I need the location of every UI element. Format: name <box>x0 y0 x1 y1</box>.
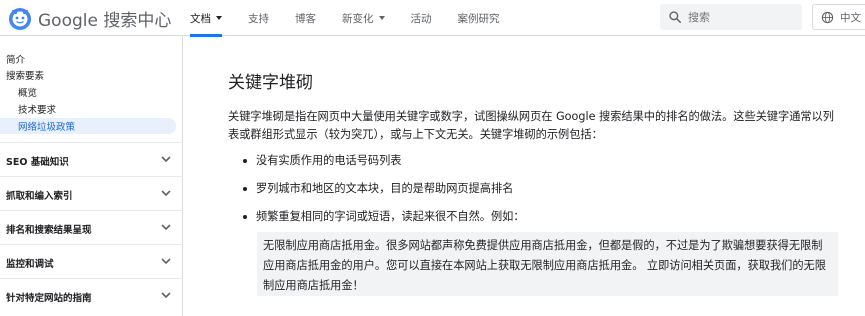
sidebar-section-label: 抓取和编入索引 <box>6 191 73 202</box>
page-title: 关键字堆砌 <box>228 73 313 93</box>
left-sidebar: 简介 搜索要素 概览 技术要求 网络垃圾政策 SEO 基础知识 抓取和编入索引 … <box>0 36 183 316</box>
site-logo[interactable]: Google 搜索中心 <box>8 6 171 31</box>
chevron-down-icon <box>161 258 171 265</box>
sidebar-section-label: 针对特定网站的指南 <box>6 293 92 304</box>
sidebar-item-technical-requirements[interactable]: 技术要求 <box>18 102 56 116</box>
sidebar-item-intro[interactable]: 简介 <box>6 52 25 66</box>
top-nav: 文档 支持 博客 新变化 活动 案例研究 <box>190 0 526 37</box>
sidebar-item-search-essentials[interactable]: 搜索要素 <box>6 68 44 82</box>
search-icon <box>669 11 682 24</box>
nav-whats-new[interactable]: 新变化 <box>342 0 385 36</box>
nav-blog[interactable]: 博客 <box>295 0 316 36</box>
main-content: 关键字堆砌 关键字堆砌是指在网页中大量使用关键字或数字，试图操纵网页在 Goog… <box>183 36 865 316</box>
list-item: 没有实质作用的电话号码列表 <box>228 152 843 180</box>
sidebar-section-monitoring-debugging[interactable]: 监控和调试 <box>0 244 183 278</box>
language-selector[interactable]: 中文 <box>812 4 865 30</box>
nav-case-studies[interactable]: 案例研究 <box>458 0 500 36</box>
nav-events[interactable]: 活动 <box>411 0 432 36</box>
nav-docs[interactable]: 文档 <box>190 0 222 37</box>
nav-case-studies-label: 案例研究 <box>457 12 500 25</box>
search-box[interactable] <box>660 4 802 30</box>
nav-whats-new-label: 新变化 <box>342 12 374 25</box>
logo-text: Google 搜索中心 <box>38 11 172 31</box>
sidebar-section-seo-basics[interactable]: SEO 基础知识 <box>0 142 183 176</box>
nav-support[interactable]: 支持 <box>248 0 269 36</box>
sidebar-item-spam-policies[interactable]: 网络垃圾政策 <box>18 119 75 133</box>
chevron-down-icon <box>161 292 171 299</box>
nav-blog-label: 博客 <box>295 12 316 25</box>
nav-support-label: 支持 <box>248 12 269 25</box>
top-bar: Google 搜索中心 文档 支持 博客 新变化 活动 案例研究 搜索 中文 <box>0 0 865 37</box>
nav-docs-label: 文档 <box>190 12 211 25</box>
chevron-down-icon <box>378 16 385 20</box>
example-list: 没有实质作用的电话号码列表 罗列城市和地区的文本块，目的是帮助网页提高排名 频繁… <box>228 152 843 236</box>
chevron-down-icon <box>216 16 222 20</box>
chevron-down-icon <box>161 224 171 231</box>
nav-events-label: 活动 <box>410 12 432 25</box>
sidebar-section-ranking-appearance[interactable]: 排名和搜索结果呈现 <box>0 210 183 244</box>
intro-paragraph: 关键字堆砌是指在网页中大量使用关键字或数字，试图操纵网页在 Google 搜索结… <box>228 110 834 141</box>
sidebar-section-site-specific-guides[interactable]: 针对特定网站的指南 <box>0 278 183 312</box>
list-item: 罗列城市和地区的文本块，目的是帮助网页提高排名 <box>228 180 843 208</box>
sidebar-item-overview[interactable]: 概览 <box>18 85 37 99</box>
search-central-logo-icon <box>9 7 31 30</box>
sidebar-section-label: SEO 基础知识 <box>6 157 69 168</box>
search-input[interactable] <box>688 10 788 24</box>
chevron-down-icon <box>161 156 171 163</box>
sidebar-section-label: 监控和调试 <box>6 259 54 270</box>
globe-icon <box>821 11 834 23</box>
sidebar-section-label: 排名和搜索结果呈现 <box>6 225 92 236</box>
chevron-down-icon <box>161 190 171 197</box>
language-label: 中文 <box>840 11 861 24</box>
example-quote-block: 无限制应用商店抵用金。很多网站都声称免费提供应用商店抵用金，但都是假的，不过是为… <box>257 232 838 296</box>
sidebar-section-crawling-indexing[interactable]: 抓取和编入索引 <box>0 176 183 210</box>
